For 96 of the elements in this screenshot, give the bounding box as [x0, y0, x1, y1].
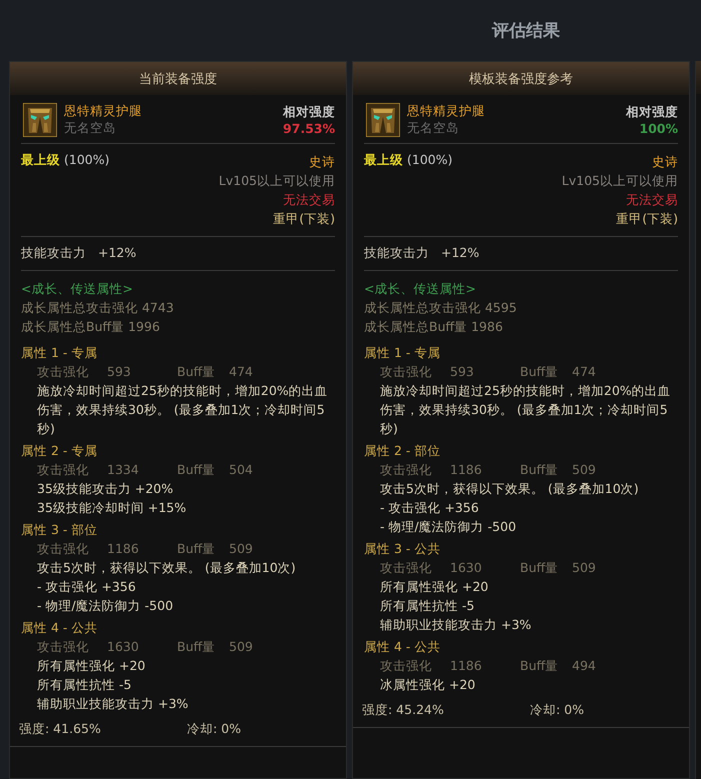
grade-label: 最上级	[21, 152, 60, 167]
trade-status: 无法交易	[626, 191, 678, 209]
trade-status: 无法交易	[283, 191, 335, 209]
attribute-title: 属性 2 - 专属	[21, 442, 98, 460]
item-name: 恩特精灵护腿	[64, 103, 142, 120]
attribute-title: 属性 3 - 部位	[21, 521, 98, 539]
stat-label: 攻击强化	[37, 461, 90, 479]
cooldown-total: 冷却: 0%	[187, 721, 242, 738]
stat-label: Buff量	[177, 363, 216, 381]
server-name: 无名空岛	[407, 120, 460, 137]
relative-strength-label: 相对强度	[283, 104, 335, 121]
slot-type: 重甲(下装)	[273, 210, 335, 228]
effect-text: 所有属性强化 +20	[379, 578, 490, 596]
effect-text: 冰属性强化 +20	[379, 676, 476, 694]
skill-label: 技能攻击力	[364, 245, 429, 262]
attribute-title: 属性 4 - 公共	[21, 619, 98, 637]
growth-line: 成长属性总Buff量 1996	[21, 318, 161, 336]
stat-label: 攻击强化	[380, 363, 433, 381]
stat-value: 474	[572, 363, 597, 381]
strength-total: 强度: 41.65%	[19, 721, 102, 738]
attribute-title: 属性 2 - 部位	[364, 442, 442, 460]
leg-armor-icon	[366, 103, 400, 137]
leg-armor-icon	[23, 103, 57, 137]
stat-label: Buff量	[177, 540, 216, 558]
effect-text: 35级技能攻击力 +20%	[36, 480, 174, 498]
effect-text: 攻击5次时，获得以下效果。 (最多叠加10次)	[36, 559, 297, 577]
growth-heading: <成长、传送属性>	[364, 280, 477, 298]
effect-text: - 攻击强化 +356	[379, 499, 480, 517]
stat-value: 1186	[450, 657, 483, 675]
rarity-label: 史诗	[309, 153, 335, 171]
stat-label: 攻击强化	[380, 559, 433, 577]
skill-label: 技能攻击力	[21, 245, 86, 262]
effect-text: 35级技能冷却时间 +15%	[36, 499, 188, 517]
stat-value: 593	[107, 363, 132, 381]
stat-value: 1630	[107, 638, 140, 656]
effect-text: 攻击5次时，获得以下效果。 (最多叠加10次)	[379, 480, 640, 498]
attribute-title: 属性 1 - 专属	[364, 344, 442, 362]
stat-label: Buff量	[177, 461, 216, 479]
stat-label: 攻击强化	[380, 657, 433, 675]
growth-line: 成长属性总Buff量 1986	[364, 318, 504, 336]
stat-value: 474	[229, 363, 254, 381]
server-name: 无名空岛	[64, 120, 117, 137]
effect-text: 辅助职业技能攻击力 +3%	[36, 695, 190, 713]
stat-label: Buff量	[520, 657, 560, 675]
stat-value: 504	[229, 461, 254, 479]
stat-value: 494	[572, 657, 597, 675]
growth-line: 成长属性总攻击强化 4595	[364, 299, 518, 317]
attribute-title: 属性 1 - 专属	[21, 344, 98, 362]
effect-text: - 物理/魔法防御力 -500	[36, 597, 174, 615]
effect-text: 所有属性抗性 -5	[36, 676, 132, 694]
strength-total: 强度: 45.24%	[362, 702, 445, 719]
stat-value: 509	[572, 461, 597, 479]
stat-label: 攻击强化	[37, 540, 90, 558]
effect-text: 所有属性强化 +20	[36, 657, 146, 675]
stat-label: Buff量	[520, 461, 560, 479]
stat-label: Buff量	[520, 559, 560, 577]
grade-percent: (100%)	[64, 152, 110, 167]
relative-strength-value: 100%	[639, 121, 678, 136]
stat-label: 攻击强化	[37, 638, 90, 656]
stat-value: 593	[450, 363, 475, 381]
stat-label: 攻击强化	[380, 461, 433, 479]
stat-value: 1186	[450, 461, 483, 479]
skill-value: +12%	[441, 245, 480, 262]
stat-label: 攻击强化	[37, 363, 90, 381]
grade-label: 最上级	[364, 152, 403, 167]
page-title: 评估结果	[492, 20, 560, 42]
card-header: 模板装备强度参考	[353, 62, 689, 95]
effect-text: - 物理/魔法防御力 -500	[379, 518, 518, 536]
effect-text: 施放冷却时间超过25秒的技能时，增加20%的出血伤害，效果持续30秒。 (最多叠加1次；冷却时间5秒)	[379, 382, 672, 438]
stat-value: 1186	[107, 540, 140, 558]
stat-label: Buff量	[177, 638, 216, 656]
stat-value: 1334	[107, 461, 140, 479]
growth-line: 成长属性总攻击强化 4743	[21, 299, 175, 317]
relative-strength-label: 相对强度	[626, 104, 678, 121]
skill-value: +12%	[98, 245, 136, 262]
rarity-label: 史诗	[652, 153, 678, 171]
effect-text: 所有属性抗性 -5	[379, 597, 476, 615]
effect-text: 施放冷却时间超过25秒的技能时，增加20%的出血伤害，效果持续30秒。 (最多叠加1次；冷却时间5秒)	[36, 382, 329, 438]
cooldown-total: 冷却: 0%	[530, 702, 584, 719]
stat-label: Buff量	[520, 363, 560, 381]
stat-value: 1630	[450, 559, 483, 577]
stat-value: 509	[229, 638, 254, 656]
stat-value: 509	[572, 559, 597, 577]
relative-strength-value: 97.53%	[282, 121, 335, 136]
growth-heading: <成长、传送属性>	[21, 280, 134, 298]
effect-text: 辅助职业技能攻击力 +3%	[379, 616, 532, 634]
effect-text: - 攻击强化 +356	[36, 578, 137, 596]
level-requirement: Lv105以上可以使用	[218, 172, 335, 190]
stat-value: 509	[229, 540, 254, 558]
grade-percent: (100%)	[406, 152, 452, 167]
slot-type: 重甲(下装)	[616, 210, 678, 228]
attribute-title: 属性 3 - 公共	[364, 540, 442, 558]
level-requirement: Lv105以上可以使用	[562, 172, 678, 190]
card-header: 当前装备强度	[10, 62, 346, 95]
attribute-title: 属性 4 - 公共	[364, 638, 442, 656]
item-name: 恩特精灵护腿	[407, 103, 485, 120]
